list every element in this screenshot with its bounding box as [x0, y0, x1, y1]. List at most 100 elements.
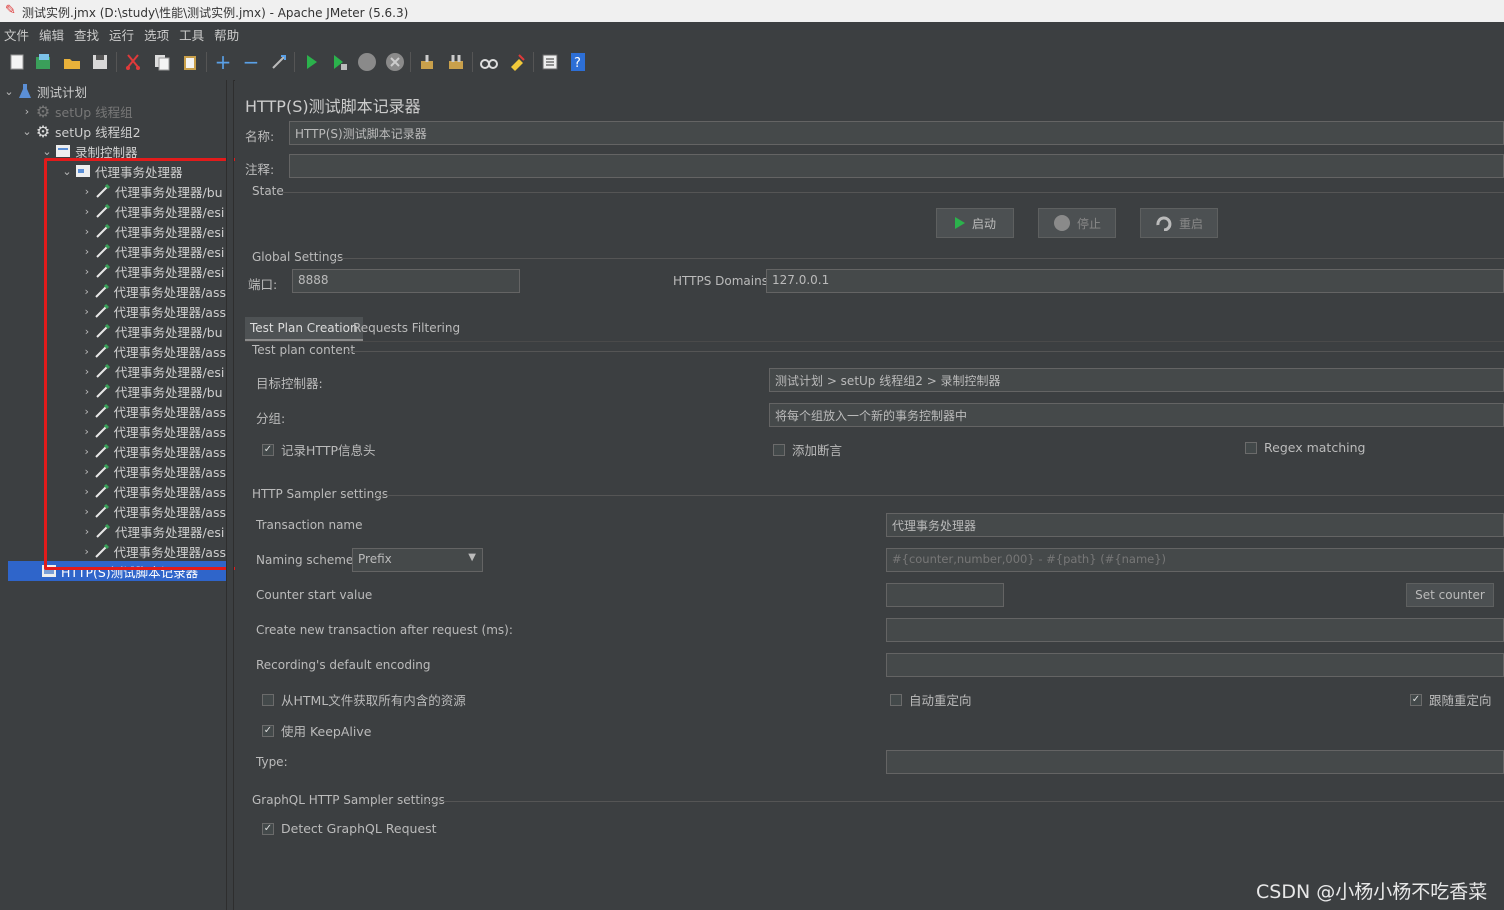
dropdown-arrow-icon: ▼ — [468, 552, 476, 563]
new-icon[interactable] — [6, 51, 28, 73]
open-icon[interactable] — [61, 51, 83, 73]
checkbox-empty-icon — [773, 443, 785, 456]
menu-run[interactable]: 运行 — [105, 22, 140, 44]
target-controller-label: 目标控制器: — [256, 376, 323, 391]
http-sampler-settings-label: HTTP Sampler settings — [252, 487, 389, 501]
new-transaction-field[interactable] — [886, 618, 1504, 642]
follow-redirects-checkbox[interactable]: ✓ 跟随重定向 — [1410, 690, 1492, 709]
naming-scheme-label: Naming scheme — [256, 553, 354, 567]
paste-icon[interactable] — [179, 51, 201, 73]
reset-search-icon[interactable] — [506, 51, 528, 73]
menu-edit[interactable]: 编辑 — [35, 22, 70, 44]
comment-field[interactable] — [289, 154, 1504, 178]
test-plan-content-label: Test plan content — [252, 343, 356, 357]
menu-file[interactable]: 文件 — [0, 22, 35, 44]
port-label: 端口: — [248, 277, 278, 292]
global-settings-label: Global Settings — [252, 250, 344, 264]
https-domains-label: HTTPS Domains: — [673, 274, 772, 288]
templates-icon[interactable] — [32, 51, 54, 73]
https-domains-field[interactable]: 127.0.0.1 — [766, 269, 1504, 293]
target-controller-value: 测试计划 > setUp 线程组2 > 录制控制器 — [775, 374, 1001, 388]
tree-node-setup-group[interactable]: › ⚙ setUp 线程组 — [20, 101, 133, 121]
start-no-pause-icon[interactable] — [328, 51, 350, 73]
shutdown-icon[interactable] — [384, 51, 406, 73]
play-icon — [954, 217, 965, 229]
menu-tools[interactable]: 工具 — [175, 22, 210, 44]
checkbox-empty-icon — [890, 693, 902, 706]
watermark-text: CSDN @小杨小杨不吃香菜 — [1256, 881, 1488, 903]
grouping-label: 分组: — [256, 411, 286, 426]
clear-all-icon[interactable] — [445, 51, 467, 73]
comment-label: 注释: — [245, 162, 275, 177]
save-icon[interactable] — [89, 51, 111, 73]
port-field[interactable]: 8888 — [292, 269, 520, 293]
help-icon[interactable]: ? — [567, 51, 589, 73]
tab-requests-filtering[interactable]: Requests Filtering — [348, 317, 465, 341]
menu-search[interactable]: 查找 — [70, 22, 105, 44]
chevron-down-icon[interactable]: ⌄ — [20, 125, 34, 138]
default-encoding-label: Recording's default encoding — [256, 658, 431, 672]
restart-icon — [1156, 216, 1172, 231]
name-label: 名称: — [245, 129, 275, 144]
stop-button: 停止 — [1038, 208, 1116, 238]
copy-icon[interactable] — [151, 51, 173, 73]
checkmark-icon: ✓ — [262, 724, 274, 737]
checkbox-label: Regex matching — [1264, 440, 1366, 455]
toolbar: + − ? — [0, 44, 1504, 81]
type-field[interactable] — [886, 750, 1504, 774]
restart-button-label: 重启 — [1178, 216, 1203, 231]
start-icon[interactable] — [300, 51, 322, 73]
clear-icon[interactable] — [416, 51, 438, 73]
tab-test-plan-creation[interactable]: Test Plan Creation — [245, 317, 363, 341]
highlight-annotation — [44, 158, 246, 570]
counter-start-label: Counter start value — [256, 588, 373, 602]
transaction-name-label: Transaction name — [256, 518, 363, 532]
flask-icon — [16, 83, 34, 99]
transaction-name-field[interactable]: 代理事务处理器 — [886, 513, 1504, 537]
checkbox-label: Detect GraphQL Request — [281, 821, 437, 836]
target-controller-select[interactable]: 测试计划 > setUp 线程组2 > 录制控制器 — [769, 368, 1504, 392]
grouping-select[interactable]: 将每个组放入一个新的事务控制器中 — [769, 403, 1504, 427]
grouping-value: 将每个组放入一个新的事务控制器中 — [775, 409, 968, 423]
menu-help[interactable]: 帮助 — [210, 22, 245, 44]
tree-node-test-plan[interactable]: ⌄ 测试计划 — [2, 81, 87, 101]
chevron-down-icon[interactable]: ⌄ — [40, 145, 54, 158]
default-encoding-field[interactable] — [886, 653, 1504, 677]
name-field[interactable]: HTTP(S)测试脚本记录器 — [289, 121, 1504, 145]
checkbox-label: 从HTML文件获取所有内含的资源 — [281, 693, 466, 708]
stop-icon[interactable] — [356, 51, 378, 73]
checkbox-empty-icon — [262, 693, 274, 706]
naming-format-field[interactable]: #{counter,number,000} - #{path} (#{name}… — [886, 548, 1504, 572]
set-counter-button[interactable]: Set counter — [1406, 583, 1494, 607]
gear-icon: ⚙ — [35, 121, 51, 141]
tree-node-setup-group-2[interactable]: ⌄ ⚙ setUp 线程组2 — [20, 121, 141, 141]
auto-redirect-checkbox[interactable]: 自动重定向 — [890, 690, 972, 709]
menu-options[interactable]: 选项 — [140, 22, 175, 44]
expand-icon[interactable]: + — [212, 50, 234, 74]
add-assertions-checkbox[interactable]: 添加断言 — [773, 440, 842, 459]
new-transaction-label: Create new transaction after request (ms… — [256, 623, 513, 637]
counter-start-field[interactable] — [886, 583, 1004, 607]
collapse-icon[interactable]: − — [240, 50, 262, 74]
checkbox-label: 记录HTTP信息头 — [281, 443, 376, 458]
svg-text:?: ? — [574, 56, 581, 71]
jmeter-feather-icon: ✎ — [5, 3, 16, 18]
stop-button-label: 停止 — [1076, 216, 1101, 231]
record-headers-checkbox[interactable]: ✓ 记录HTTP信息头 — [262, 440, 376, 459]
toggle-icon[interactable] — [268, 51, 290, 73]
function-helper-icon[interactable] — [539, 51, 561, 73]
window-title-bar: ✎ 测试实例.jmx (D:\study\性能\测试实例.jmx) - Apac… — [0, 0, 1504, 22]
fetch-resources-checkbox[interactable]: 从HTML文件获取所有内含的资源 — [262, 690, 466, 709]
chevron-down-icon[interactable]: ⌄ — [2, 85, 16, 98]
split-pane-divider[interactable] — [226, 80, 234, 910]
cut-icon[interactable] — [122, 51, 144, 73]
keepalive-checkbox[interactable]: ✓ 使用 KeepAlive — [262, 721, 371, 740]
chevron-right-icon[interactable]: › — [20, 105, 34, 118]
state-section-label: State — [252, 184, 284, 198]
tree-node-label: setUp 线程组2 — [55, 124, 141, 140]
detect-graphql-checkbox[interactable]: ✓ Detect GraphQL Request — [262, 821, 437, 836]
start-button[interactable]: 启动 — [936, 208, 1014, 238]
regex-matching-checkbox[interactable]: Regex matching — [1245, 440, 1365, 455]
search-icon[interactable] — [478, 51, 500, 73]
naming-scheme-select[interactable]: Prefix ▼ — [352, 548, 483, 572]
